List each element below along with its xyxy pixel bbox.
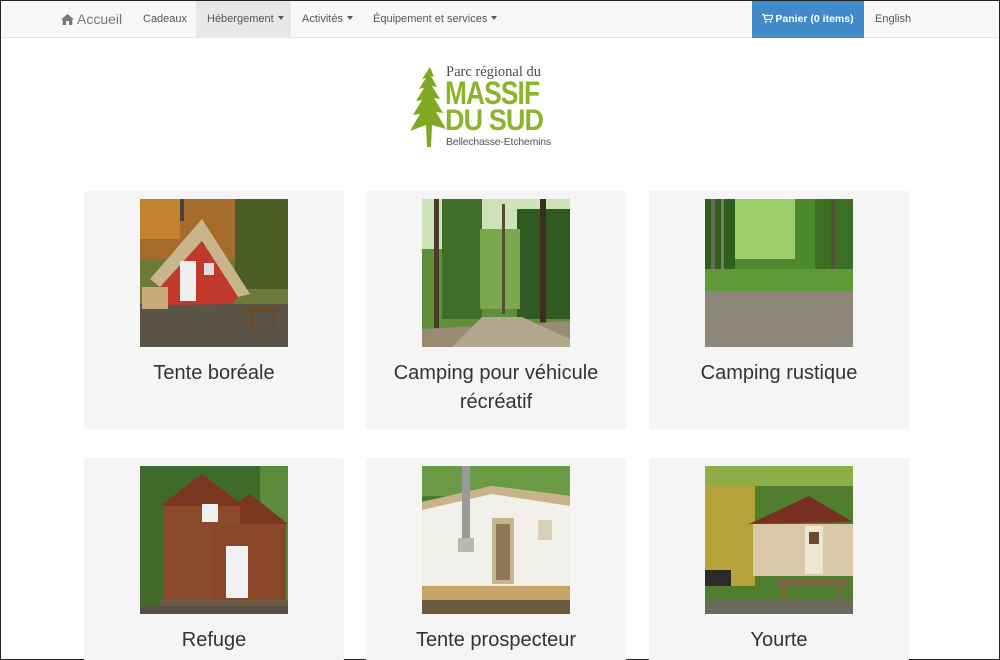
card-title: Camping pour véhicule récréatif xyxy=(393,362,599,413)
pine-tree-icon xyxy=(410,67,446,147)
nav-activities-dropdown[interactable]: Activités xyxy=(302,1,353,38)
nav-equipment-label: Équipement et services xyxy=(373,13,488,25)
chevron-down-icon xyxy=(277,16,284,20)
card-title: Tente prospecteur xyxy=(415,629,577,651)
nav-gifts-link[interactable]: Cadeaux xyxy=(143,1,187,38)
wooden-cabin-photo xyxy=(140,466,288,614)
nav-activities-label: Activités xyxy=(302,13,343,25)
card-title: Tente boréale xyxy=(153,362,275,384)
nav-home-label: Accueil xyxy=(77,11,123,27)
lodging-card-camping-vr[interactable]: Camping pour véhicule récréatif xyxy=(366,191,626,429)
lodging-card-yourte[interactable]: Yourte xyxy=(649,458,909,660)
nav-equipment-dropdown[interactable]: Équipement et services xyxy=(373,1,498,38)
language-link[interactable]: English xyxy=(875,1,911,38)
nav-home-link[interactable]: Accueil xyxy=(61,1,122,38)
yurt-photo xyxy=(705,466,853,614)
cart-icon xyxy=(762,14,774,23)
chevron-down-icon xyxy=(346,16,353,20)
lodging-card-camping-rustique[interactable]: Camping rustique xyxy=(649,191,909,429)
white-prospector-tent-photo xyxy=(422,466,570,614)
red-wall-tent-photo xyxy=(140,199,288,347)
home-icon xyxy=(61,14,74,25)
lodging-card-tente-prospecteur[interactable]: Tente prospecteur xyxy=(366,458,626,660)
forest-road-photo xyxy=(422,199,570,347)
cart-label: Panier (0 items) xyxy=(775,13,854,25)
logo-du-sud: DU SUD xyxy=(445,104,544,137)
nav-gifts-label: Cadeaux xyxy=(143,13,188,25)
logo-tagline: Bellechasse-Etchemins xyxy=(446,136,551,148)
card-title: Camping rustique xyxy=(700,362,858,384)
forest-clearing-photo xyxy=(705,199,853,347)
card-title: Yourte xyxy=(750,629,808,651)
lodging-card-refuge[interactable]: Refuge xyxy=(84,458,344,660)
chevron-down-icon xyxy=(491,16,498,20)
lodging-card-tente-boreale[interactable]: Tente boréale xyxy=(84,191,344,429)
nav-lodging-label: Hébergement xyxy=(207,13,274,25)
top-navbar: Accueil Cadeaux Hébergement Activités Éq… xyxy=(1,1,999,38)
cart-button[interactable]: Panier (0 items) xyxy=(752,1,864,38)
nav-lodging-dropdown[interactable]: Hébergement xyxy=(196,1,291,38)
card-title: Refuge xyxy=(181,629,247,651)
park-logo[interactable]: Parc régional du MASSIF DU SUD Bellechas… xyxy=(410,64,562,150)
language-label: English xyxy=(875,13,912,25)
